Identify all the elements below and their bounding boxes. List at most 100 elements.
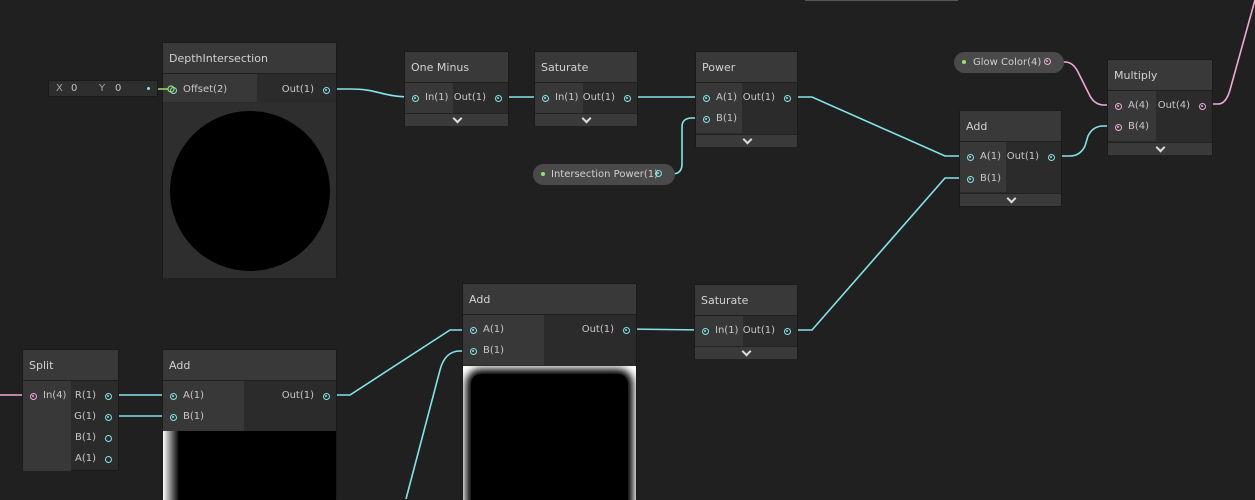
port-connector-icon[interactable] bbox=[784, 95, 791, 102]
expand-toggle[interactable] bbox=[960, 193, 1061, 206]
port-connector-icon[interactable] bbox=[495, 95, 502, 102]
node-add-low[interactable]: Add A(1) B(1) Out(1) bbox=[162, 349, 337, 500]
output-port-a[interactable]: A(1) bbox=[75, 452, 112, 466]
port-connector-icon[interactable] bbox=[1048, 154, 1055, 161]
x-value[interactable]: 0 bbox=[71, 82, 77, 96]
output-port-out[interactable]: Out(1) bbox=[282, 83, 330, 97]
y-label: Y bbox=[99, 83, 106, 94]
port-connector-icon[interactable] bbox=[412, 95, 419, 102]
node-title: Add bbox=[960, 111, 1061, 142]
port-connector-icon[interactable] bbox=[1115, 124, 1122, 131]
port-label: B(4) bbox=[1128, 121, 1150, 132]
node-depth-intersection[interactable]: DepthIntersection Offset(2) Out(1) bbox=[162, 42, 337, 278]
port-label: B(1) bbox=[74, 432, 96, 443]
expand-toggle[interactable] bbox=[695, 346, 797, 359]
property-indicator-icon bbox=[541, 172, 545, 176]
node-one-minus[interactable]: One Minus In(1) Out(1) bbox=[404, 51, 509, 126]
output-port-out[interactable]: Out(1) bbox=[454, 91, 502, 105]
property-glow-color[interactable]: Glow Color(4) bbox=[954, 52, 1064, 73]
port-connector-icon[interactable] bbox=[105, 414, 112, 421]
port-connector-icon[interactable] bbox=[703, 116, 710, 123]
port-label: B(1) bbox=[716, 113, 738, 124]
port-label: In(1) bbox=[555, 92, 579, 103]
preview-square-image bbox=[471, 374, 628, 500]
port-label: A(1) bbox=[183, 390, 205, 401]
port-connector-icon[interactable] bbox=[105, 435, 112, 442]
port-label: Out(1) bbox=[582, 92, 615, 103]
wire-saturate2-to-add bbox=[788, 177, 968, 331]
wire-power-to-add bbox=[788, 96, 968, 157]
output-port-out[interactable]: Out(1) bbox=[282, 389, 330, 403]
port-label: A(1) bbox=[980, 151, 1002, 162]
port-connector-icon[interactable] bbox=[702, 328, 709, 335]
port-connector-icon[interactable] bbox=[542, 95, 549, 102]
port-connector-icon[interactable] bbox=[470, 327, 477, 334]
field-link bbox=[158, 85, 175, 93]
port-connector-icon[interactable] bbox=[784, 328, 791, 335]
node-title: Multiply bbox=[1108, 60, 1212, 91]
port-label: Out(1) bbox=[281, 84, 314, 95]
port-connector-icon[interactable] bbox=[323, 393, 330, 400]
expand-toggle[interactable] bbox=[1108, 142, 1212, 155]
port-label: Out(1) bbox=[742, 92, 775, 103]
port-label: A(1) bbox=[74, 453, 96, 464]
y-value[interactable]: 0 bbox=[115, 82, 121, 96]
port-label: Out(4) bbox=[1157, 100, 1190, 111]
node-add-top[interactable]: Add A(1) B(1) Out(1) bbox=[959, 110, 1062, 207]
node-multiply[interactable]: Multiply A(4) B(4) Out(4) bbox=[1107, 59, 1213, 155]
node-saturate-bottom[interactable]: Saturate In(1) Out(1) bbox=[694, 284, 798, 359]
node-title: Saturate bbox=[695, 285, 797, 316]
preview-pane bbox=[463, 366, 636, 500]
expand-toggle[interactable] bbox=[535, 113, 637, 126]
port-connector-icon[interactable] bbox=[967, 154, 974, 161]
output-port-out[interactable]: Out(1) bbox=[583, 91, 631, 105]
port-connector-icon[interactable] bbox=[1199, 103, 1206, 110]
output-port-out[interactable]: Out(1) bbox=[1007, 150, 1055, 164]
property-label: Glow Color(4) bbox=[973, 57, 1042, 68]
port-label: A(1) bbox=[483, 324, 505, 335]
chevron-down-icon bbox=[741, 346, 752, 357]
node-split[interactable]: Split In(4) R(1) G(1) B(1) A(1) bbox=[22, 349, 119, 471]
port-label: In(1) bbox=[715, 325, 739, 336]
port-label: In(4) bbox=[43, 390, 67, 401]
output-port-b[interactable]: B(1) bbox=[75, 431, 112, 445]
port-connector-icon[interactable] bbox=[1044, 58, 1051, 65]
port-connector-icon[interactable] bbox=[105, 393, 112, 400]
property-intersection-power[interactable]: Intersection Power(1) bbox=[533, 164, 675, 185]
offscreen-node-edge bbox=[805, 0, 958, 1]
expand-toggle[interactable] bbox=[405, 113, 508, 126]
port-connector-icon[interactable] bbox=[623, 327, 630, 334]
port-connector-icon[interactable] bbox=[170, 393, 177, 400]
output-port-out[interactable]: Out(1) bbox=[582, 323, 630, 337]
port-connector-icon[interactable] bbox=[1115, 103, 1122, 110]
port-connector-icon[interactable] bbox=[30, 393, 37, 400]
port-connector-icon[interactable] bbox=[703, 95, 710, 102]
offset-vector-field[interactable]: X 0 Y 0 bbox=[48, 80, 158, 97]
field-connector-dot bbox=[147, 87, 150, 90]
node-title: Split bbox=[23, 350, 118, 381]
node-power[interactable]: Power A(1) B(1) Out(1) bbox=[695, 51, 798, 147]
output-port-out[interactable]: Out(1) bbox=[743, 324, 791, 338]
port-connector-icon[interactable] bbox=[624, 95, 631, 102]
property-indicator-icon bbox=[962, 60, 966, 64]
port-connector-icon[interactable] bbox=[470, 348, 477, 355]
port-connector-icon[interactable] bbox=[323, 87, 330, 94]
node-title: One Minus bbox=[405, 52, 508, 83]
port-label: B(1) bbox=[483, 345, 505, 356]
port-connector-icon[interactable] bbox=[967, 176, 974, 183]
port-connector-icon[interactable] bbox=[105, 456, 112, 463]
node-saturate-top[interactable]: Saturate In(1) Out(1) bbox=[534, 51, 638, 126]
expand-toggle[interactable] bbox=[696, 134, 797, 147]
preview-pane bbox=[163, 431, 336, 500]
output-port-out[interactable]: Out(1) bbox=[743, 91, 791, 105]
port-connector-icon[interactable] bbox=[655, 170, 662, 177]
node-add-middle[interactable]: Add A(1) B(1) Out(1) bbox=[462, 283, 637, 500]
port-label: In(1) bbox=[425, 92, 449, 103]
output-port-r[interactable]: R(1) bbox=[75, 389, 112, 403]
port-label: B(1) bbox=[183, 411, 205, 422]
wire-addlow-to-addmid bbox=[326, 329, 472, 396]
port-connector-icon[interactable] bbox=[170, 414, 177, 421]
port-label: R(1) bbox=[74, 390, 96, 401]
output-port-out[interactable]: Out(4) bbox=[1158, 99, 1206, 113]
output-port-g[interactable]: G(1) bbox=[74, 410, 112, 424]
